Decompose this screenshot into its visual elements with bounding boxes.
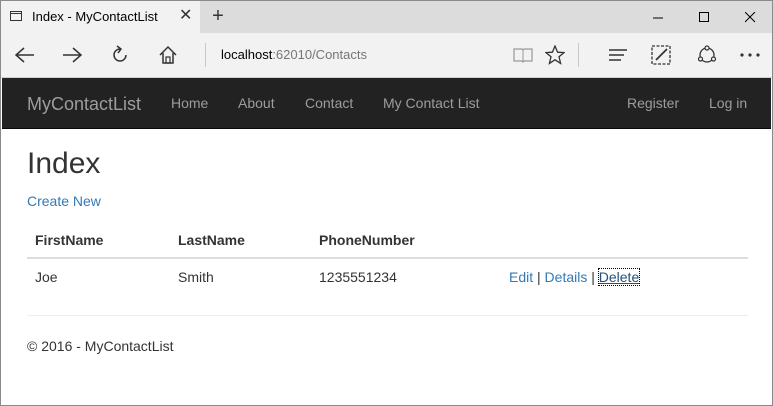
- nav-about[interactable]: About: [238, 95, 275, 111]
- toolbar-separator-2: [578, 43, 579, 67]
- column-header-firstname: FirstName: [35, 232, 104, 248]
- address-path: :62010/Contacts: [272, 47, 367, 62]
- nav-my-contact-list[interactable]: My Contact List: [383, 95, 479, 111]
- share-icon[interactable]: [685, 33, 729, 77]
- table-header-divider: [27, 257, 748, 259]
- cell-phonenumber: 1235551234: [319, 269, 397, 285]
- home-icon[interactable]: [146, 33, 190, 77]
- page-title: Index: [27, 147, 101, 180]
- delete-link[interactable]: Delete: [597, 268, 641, 286]
- browser-window: Index - MyContactList ✕ + localhost:6201…: [0, 0, 773, 406]
- cell-firstname: Joe: [35, 269, 58, 285]
- maximize-icon[interactable]: [681, 1, 727, 33]
- details-link[interactable]: Details: [545, 269, 588, 285]
- tab-title: Index - MyContactList: [32, 9, 158, 24]
- tab-page-icon: [10, 11, 22, 21]
- forward-icon[interactable]: [50, 33, 94, 77]
- web-note-icon[interactable]: [639, 33, 683, 77]
- action-separator: |: [591, 269, 595, 285]
- plus-icon[interactable]: +: [208, 6, 228, 26]
- close-icon[interactable]: ✕: [179, 8, 192, 24]
- active-tab[interactable]: Index - MyContactList ✕: [1, 1, 200, 33]
- brand-link[interactable]: MyContactList: [27, 94, 141, 115]
- nav-register[interactable]: Register: [627, 95, 679, 111]
- site-navbar: MyContactList Home About Contact My Cont…: [2, 78, 771, 129]
- cell-lastname: Smith: [178, 269, 214, 285]
- nav-home[interactable]: Home: [171, 95, 208, 111]
- address-bar[interactable]: localhost:62010/Contacts: [221, 47, 367, 62]
- back-icon[interactable]: [3, 33, 47, 77]
- footer-divider: [27, 315, 748, 316]
- toolbar-separator: [205, 43, 206, 67]
- column-header-phonenumber: PhoneNumber: [319, 232, 415, 248]
- favorite-star-icon[interactable]: [533, 33, 577, 77]
- address-host: localhost: [221, 47, 273, 62]
- edit-link[interactable]: Edit: [509, 269, 533, 285]
- nav-login[interactable]: Log in: [709, 95, 747, 111]
- hub-icon[interactable]: [596, 33, 640, 77]
- action-separator: |: [537, 269, 541, 285]
- nav-contact[interactable]: Contact: [305, 95, 353, 111]
- create-new-link[interactable]: Create New: [27, 193, 101, 209]
- footer-text: © 2016 - MyContactList: [27, 338, 174, 354]
- minimize-icon[interactable]: [635, 1, 681, 33]
- refresh-icon[interactable]: [98, 33, 142, 77]
- column-header-lastname: LastName: [178, 232, 245, 248]
- more-icon[interactable]: [728, 33, 772, 77]
- tab-strip: Index - MyContactList ✕ +: [1, 1, 772, 33]
- browser-toolbar: localhost:62010/Contacts: [1, 33, 772, 78]
- close-window-icon[interactable]: [727, 1, 772, 33]
- row-actions: Edit | Details | Delete: [509, 268, 641, 286]
